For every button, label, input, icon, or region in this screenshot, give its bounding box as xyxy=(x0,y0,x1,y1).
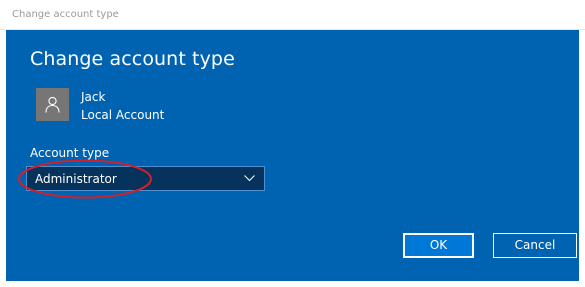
account-type-selected-value: Administrator xyxy=(35,172,117,186)
account-type-select[interactable]: Administrator xyxy=(26,166,265,191)
chevron-down-icon xyxy=(244,175,255,182)
user-icon xyxy=(45,96,60,113)
change-account-type-window: Change account type Change account type … xyxy=(0,0,585,287)
dialog-heading: Change account type xyxy=(30,48,235,70)
window-title: Change account type xyxy=(12,9,119,20)
cancel-button[interactable]: Cancel xyxy=(493,233,577,258)
account-type-label: Account type xyxy=(30,146,110,160)
user-name: Jack xyxy=(81,90,106,104)
user-account-kind: Local Account xyxy=(81,108,165,122)
ok-button[interactable]: OK xyxy=(403,233,474,258)
user-avatar xyxy=(36,88,69,121)
title-bar: Change account type xyxy=(0,0,585,30)
change-account-type-dialog: Change account type Jack Local Account A… xyxy=(6,30,579,281)
